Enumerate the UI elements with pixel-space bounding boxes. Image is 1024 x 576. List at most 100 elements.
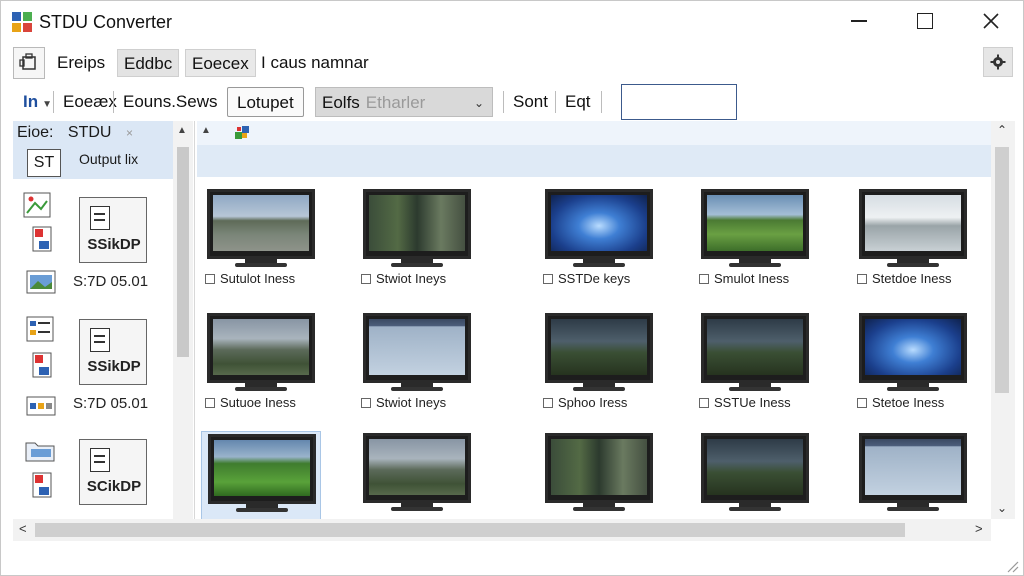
monitor-base [573, 387, 625, 391]
horizontal-scrollbar[interactable]: < > [13, 519, 991, 541]
menu-item-3[interactable]: Eoecex [185, 49, 256, 77]
thumbnail-caption: Smulot Iness [699, 271, 789, 286]
scroll-left-icon[interactable]: < [19, 521, 27, 536]
left-pane-header: Eioe: STDU × kna [13, 121, 177, 165]
input-label: In [23, 92, 39, 111]
menu-item-1[interactable]: Ereips [51, 49, 111, 77]
monitor-base [729, 387, 781, 391]
document-icon [90, 448, 110, 472]
pdf-file-icon [32, 472, 52, 498]
st-button[interactable]: ST [27, 149, 61, 177]
scroll-right-icon[interactable]: > [975, 521, 983, 536]
scroll-up-icon[interactable]: ▲ [177, 125, 187, 136]
maximize-icon [917, 13, 933, 29]
thumbnail-checkbox[interactable] [543, 274, 553, 284]
thumbnail-image [363, 189, 471, 259]
thumbnail-image [701, 313, 809, 383]
thumbnail-item[interactable]: SSTDe keys [539, 187, 659, 297]
thumbnail-caption-text: Stetdoe Iness [872, 271, 952, 286]
file-date: S:7D 05.01 [73, 395, 149, 412]
thumbnail-area: ▲ Sutulot Iness Stwiot Ineys SSTDe keys Smu… [197, 121, 991, 541]
convert-button-3[interactable]: SCikDP [79, 439, 147, 505]
thumbnail-checkbox[interactable] [205, 274, 215, 284]
thumbnail-screen [551, 319, 647, 375]
thumbnail-screen [865, 195, 961, 251]
chevron-down-icon: ⌄ [473, 96, 484, 110]
thumbnail-caption-text: Sutuoe Iness [220, 395, 296, 410]
toolbar-button-2[interactable]: Eouns.Sews [119, 87, 222, 117]
format-dropdown-hint: Etharler [365, 93, 426, 112]
puzzle-icon[interactable] [233, 124, 251, 142]
thumbnail-caption: Stetdoe Iness [857, 271, 952, 286]
left-pane-scrollbar[interactable]: ▲ [173, 121, 193, 519]
thumbnail-item[interactable]: Smulot Iness [695, 187, 815, 297]
maximize-button[interactable] [893, 1, 957, 41]
toolbar-divider [503, 91, 504, 113]
menu-item-2[interactable]: Eddbc [117, 49, 180, 77]
left-pane-scrollbar-thumb[interactable] [177, 147, 189, 357]
scroll-up-icon[interactable]: ⌃ [997, 123, 1007, 137]
thumbnail-screen [551, 439, 647, 495]
thumbnail-checkbox[interactable] [857, 398, 867, 408]
gear-outline-icon [19, 53, 36, 70]
thumbnail-item[interactable]: Stetoe Iness [853, 311, 973, 421]
settings-button[interactable] [983, 47, 1013, 77]
thumbnail-caption-text: Stetoe Iness [872, 395, 945, 410]
search-input[interactable] [621, 84, 737, 120]
thumbnail-screen [213, 319, 309, 375]
vertical-scrollbar[interactable]: ⌃ ⌄ [991, 121, 1015, 519]
convert-button-1[interactable]: SSikDP [79, 197, 147, 263]
thumbnail-caption: Stwiot Ineys [361, 395, 446, 410]
thumbnail-checkbox[interactable] [857, 274, 867, 284]
thumbnail-item[interactable]: Stetdoe Iness [853, 187, 973, 297]
toolbar-button-1[interactable]: Eoeæx [59, 87, 121, 117]
output-button[interactable]: Lotupet [227, 87, 304, 117]
thumbnail-screen [369, 195, 465, 251]
thumbnail-item[interactable]: Stwiot Ineys [357, 311, 477, 421]
thumbnail-image [859, 313, 967, 383]
chevron-down-icon: ▼ [42, 99, 53, 110]
input-menu-button[interactable]: In ▼ [19, 87, 56, 117]
thumbnail-checkbox[interactable] [699, 274, 709, 284]
thumbnail-screen [707, 319, 803, 375]
left-pane-header-close[interactable]: × [126, 126, 133, 140]
thumbnail-caption-text: Smulot Iness [714, 271, 790, 286]
toolbar-button-6[interactable]: Eqt [561, 87, 595, 117]
horizontal-scrollbar-thumb[interactable] [35, 523, 905, 537]
menu-item-4[interactable]: I caus namnar [255, 49, 375, 77]
thumbnail-item[interactable]: Stwiot Ineys [357, 187, 477, 297]
thumbnail-item[interactable]: Sutulot Iness [201, 187, 321, 297]
thumbnail-checkbox[interactable] [699, 398, 709, 408]
vertical-scrollbar-thumb[interactable] [995, 147, 1009, 393]
thumbnail-screen [551, 195, 647, 251]
thumbnail-area-band [197, 145, 991, 177]
minimize-button[interactable] [827, 1, 891, 41]
thumbnail-caption: Sutulot Iness [205, 271, 295, 286]
thumbnail-item[interactable]: Sutuoe Iness [201, 311, 321, 421]
thumbnail-caption-text: SSTUe Iness [714, 395, 791, 410]
chevron-up-icon[interactable]: ▲ [201, 125, 211, 136]
monitor-base [729, 263, 781, 267]
close-button[interactable] [959, 1, 1023, 41]
thumbnail-screen [707, 195, 803, 251]
thumbnail-item[interactable]: SSTUe Iness [695, 311, 815, 421]
thumbnail-screen [214, 440, 310, 496]
thumbnail-caption: SSTDe keys [543, 271, 630, 286]
format-dropdown[interactable]: Eolfs Etharler ⌄ [315, 87, 493, 117]
monitor-base [391, 387, 443, 391]
thumbnail-item[interactable]: Sphoo Iress [539, 311, 659, 421]
app-menu-button[interactable] [13, 47, 45, 79]
thumbnail-checkbox[interactable] [205, 398, 215, 408]
scroll-down-icon[interactable]: ⌄ [997, 501, 1007, 515]
thumbnail-checkbox[interactable] [543, 398, 553, 408]
convert-button-2[interactable]: SSikDP [79, 319, 147, 385]
thumbnail-image [859, 189, 967, 259]
thumbnail-checkbox[interactable] [361, 274, 371, 284]
thumbnail-screen [369, 319, 465, 375]
thumbnail-image [207, 189, 315, 259]
format-dropdown-value: Eolfs [322, 93, 360, 112]
thumbnail-caption-text: SSTDe keys [558, 271, 631, 286]
resize-grip-icon[interactable] [1003, 557, 1019, 573]
thumbnail-checkbox[interactable] [361, 398, 371, 408]
sort-button[interactable]: Sont [509, 87, 552, 117]
